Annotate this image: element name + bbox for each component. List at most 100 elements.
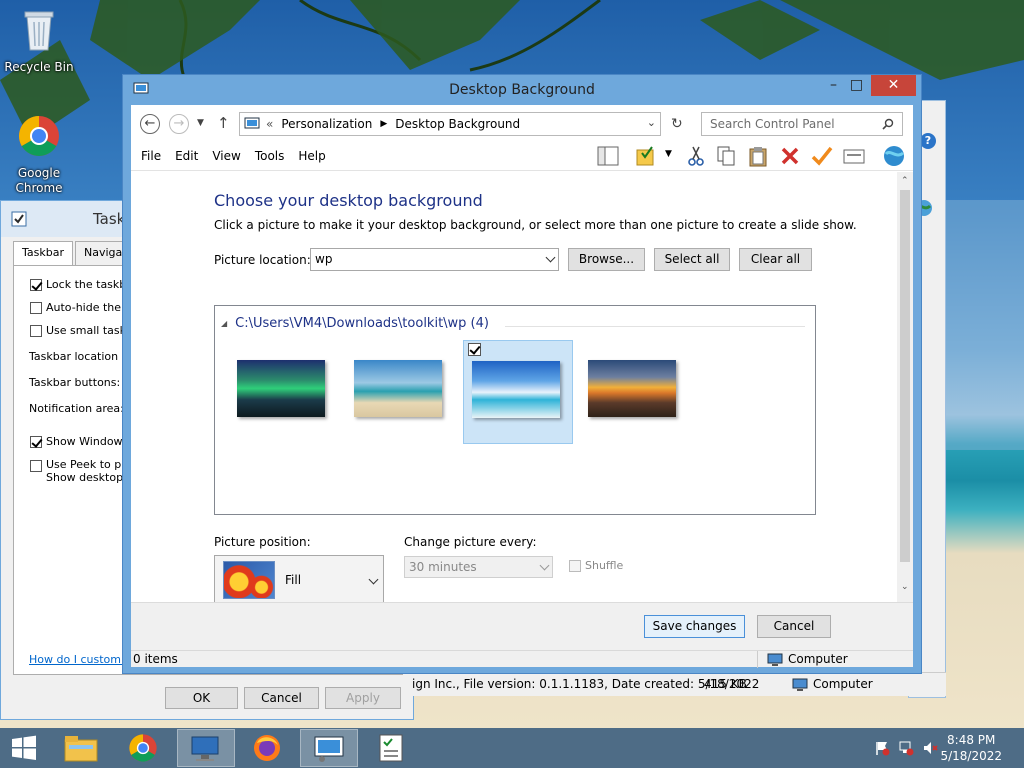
taskbar: 8:48 PM 5/18/2022	[0, 728, 1024, 768]
scrollbar-thumb[interactable]	[900, 190, 910, 562]
maximize-button[interactable]: □	[842, 75, 871, 96]
menu-view[interactable]: View	[212, 149, 240, 163]
firefox-icon	[254, 735, 280, 761]
remote-desktop-icon	[191, 736, 219, 761]
properties-icon[interactable]	[843, 145, 865, 167]
file-size-text: 415 KB	[704, 677, 747, 691]
copy-icon[interactable]	[715, 145, 737, 167]
vertical-scrollbar[interactable]: ⌃ ⌄	[897, 172, 913, 602]
menu-edit[interactable]: Edit	[175, 149, 198, 163]
control-panel-icon	[314, 736, 344, 762]
navigation-bar: ← → ▼ ↑ « Personalization ▶ Desktop Back…	[131, 105, 913, 141]
taskbar-remote-desktop[interactable]	[177, 729, 235, 767]
scroll-down-icon[interactable]: ⌄	[901, 582, 909, 592]
computer-icon	[792, 678, 808, 691]
thumbnail-aurora	[237, 360, 325, 417]
breadcrumb-desktop-background[interactable]: Desktop Background	[395, 117, 520, 131]
auto-hide-checkbox[interactable]: Auto-hide the ta	[30, 301, 136, 314]
delete-icon[interactable]	[779, 145, 801, 167]
folder-options-icon[interactable]	[635, 145, 657, 167]
globe-shell-icon[interactable]	[883, 145, 905, 167]
taskbar-location-label: Taskbar location on	[29, 350, 136, 363]
breadcrumb-separator-icon[interactable]: ▶	[380, 119, 387, 129]
status-bar: 0 items Computer	[131, 650, 913, 668]
thumbnail-item[interactable]	[570, 340, 680, 444]
desktop-icon-recycle-bin[interactable]: Recycle Bin	[2, 8, 76, 75]
refresh-button[interactable]: ↻	[671, 116, 683, 132]
change-interval-value: 30 minutes	[409, 560, 477, 574]
start-button[interactable]	[0, 728, 48, 768]
save-changes-button[interactable]: Save changes	[644, 615, 745, 638]
ok-button[interactable]: OK	[165, 687, 238, 709]
address-bar[interactable]: « Personalization ▶ Desktop Background ⌄	[239, 112, 661, 136]
picture-location-select[interactable]: wp	[310, 248, 559, 271]
file-explorer-icon	[64, 736, 98, 762]
thumbnail-sunset-pier	[588, 360, 676, 417]
clear-all-button[interactable]: Clear all	[739, 248, 812, 271]
task-list-icon	[379, 734, 403, 762]
up-button[interactable]: ↑	[217, 114, 230, 132]
taskbar-control-panel[interactable]	[300, 729, 358, 767]
picture-gallery: ◢ C:\Users\VM4\Downloads\toolkit\wp (4)	[214, 305, 816, 515]
tab-taskbar[interactable]: Taskbar	[13, 241, 73, 265]
status-divider	[757, 651, 758, 668]
address-overflow-chevron[interactable]: «	[266, 117, 273, 131]
network-icon[interactable]	[898, 740, 914, 756]
clock-date: 5/18/2022	[940, 749, 1002, 763]
thumbnail-item[interactable]	[336, 340, 446, 444]
thumbnail-checkbox[interactable]	[468, 343, 481, 356]
cut-icon[interactable]	[685, 145, 707, 167]
cancel-button-bg[interactable]: Cancel	[244, 687, 319, 709]
back-button[interactable]: ←	[140, 114, 160, 134]
close-button[interactable]: ✕	[871, 75, 916, 96]
taskbar-firefox[interactable]	[238, 729, 296, 767]
checkbox-box	[30, 278, 42, 291]
chevron-down-icon	[545, 252, 556, 263]
breadcrumb-personalization[interactable]: Personalization	[281, 117, 372, 131]
address-dropdown-icon[interactable]: ⌄	[647, 116, 656, 129]
taskbar-task-list[interactable]	[362, 729, 420, 767]
group-header[interactable]: ◢ C:\Users\VM4\Downloads\toolkit\wp (4)	[221, 316, 489, 331]
forward-button[interactable]: →	[169, 114, 189, 134]
taskbar-file-explorer[interactable]	[52, 729, 110, 767]
change-interval-select[interactable]: 30 minutes	[404, 556, 553, 578]
window-titlebar[interactable]: Desktop Background – □ ✕	[123, 75, 921, 105]
thumbnail-item-selected[interactable]	[463, 340, 573, 444]
taskbar-properties-title: Task	[93, 210, 126, 228]
action-center-flag-icon[interactable]	[874, 740, 890, 756]
taskbar-buttons-label: Taskbar buttons:	[29, 376, 121, 389]
refresh-icon: ↻	[671, 116, 683, 132]
search-input[interactable]: Search Control Panel	[701, 112, 903, 136]
thumbnail-item[interactable]	[219, 340, 329, 444]
volume-muted-icon[interactable]	[922, 740, 938, 756]
cancel-button[interactable]: Cancel	[757, 615, 831, 638]
system-clock[interactable]: 8:48 PM 5/18/2022	[940, 732, 1002, 764]
layout-pane-icon[interactable]	[597, 145, 619, 167]
checkbox-box	[30, 301, 42, 314]
menu-tools[interactable]: Tools	[255, 149, 285, 163]
customize-help-link[interactable]: How do I customize	[29, 653, 137, 666]
scroll-up-icon[interactable]: ⌃	[901, 176, 909, 186]
paste-icon[interactable]	[747, 145, 769, 167]
browse-button[interactable]: Browse...	[568, 248, 645, 271]
apply-button[interactable]: Apply	[325, 687, 401, 709]
desktop-icon-google-chrome[interactable]: Google Chrome	[2, 114, 76, 196]
recent-locations-dropdown[interactable]: ▼	[197, 118, 204, 128]
help-icon[interactable]: ?	[920, 133, 936, 149]
shuffle-checkbox[interactable]: Shuffle	[569, 559, 623, 572]
checkbox-box	[569, 559, 581, 572]
taskbar-properties-icon	[11, 211, 27, 227]
folder-options-dropdown[interactable]: ▼	[665, 149, 672, 159]
collapse-triangle-icon: ◢	[221, 319, 228, 328]
picture-position-select[interactable]: Fill	[214, 555, 384, 605]
window-title: Desktop Background	[449, 82, 595, 98]
computer-label-bg: Computer	[813, 677, 873, 691]
computer-label: Computer	[788, 652, 848, 666]
menu-help[interactable]: Help	[298, 149, 325, 163]
forward-arrow-icon: →	[173, 116, 185, 131]
apply-check-icon[interactable]	[811, 145, 833, 167]
menu-file[interactable]: File	[141, 149, 161, 163]
taskbar-chrome[interactable]	[114, 729, 172, 767]
select-all-button[interactable]: Select all	[654, 248, 730, 271]
clock-time: 8:48 PM	[947, 733, 996, 747]
